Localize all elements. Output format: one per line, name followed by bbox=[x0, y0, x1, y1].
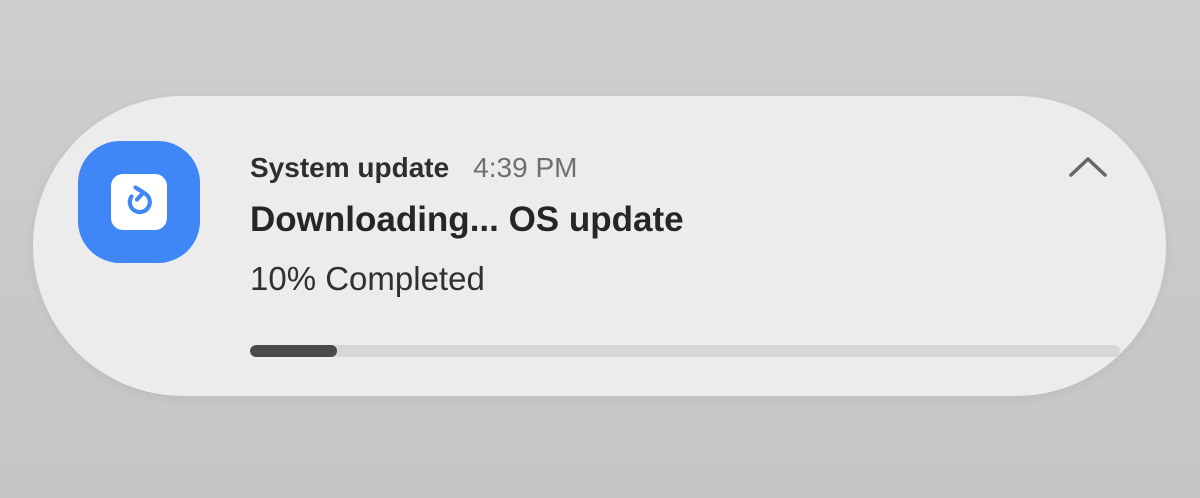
app-name: System update bbox=[250, 152, 450, 183]
notification-title: Downloading... OS update bbox=[250, 200, 684, 239]
chevron-up-icon bbox=[1069, 157, 1107, 177]
notification-header: System update 4:39 PM bbox=[250, 148, 577, 188]
system-update-app-icon bbox=[78, 141, 200, 263]
progress-status-text: 10% Completed bbox=[250, 260, 485, 297]
app-icon-badge bbox=[111, 174, 167, 230]
collapse-button[interactable] bbox=[1062, 144, 1114, 188]
notification-timestamp: 4:39 PM bbox=[473, 152, 578, 183]
download-progress-bar bbox=[250, 345, 1120, 357]
system-update-icon bbox=[127, 185, 152, 215]
download-progress-fill bbox=[250, 345, 337, 357]
